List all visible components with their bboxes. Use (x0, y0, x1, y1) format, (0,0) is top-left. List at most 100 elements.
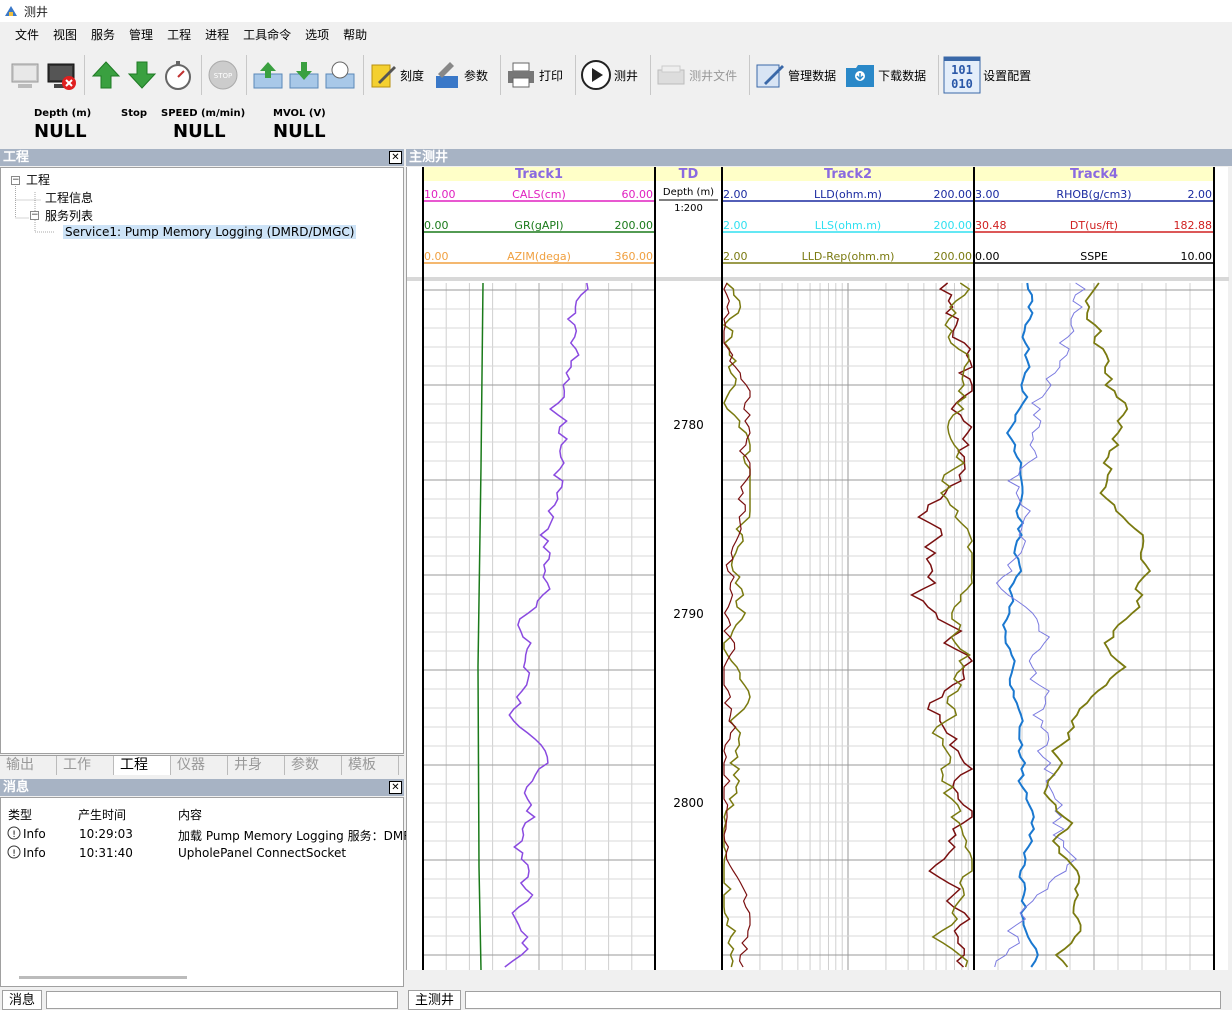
manage-data-button[interactable]: 管理数据 (754, 54, 842, 96)
curve-right-scale: 10.00 (1181, 250, 1213, 263)
close-messages-panel-button[interactable]: ✕ (389, 781, 402, 794)
track-title: TD (679, 167, 699, 182)
menu-manage[interactable]: 管理 (122, 24, 160, 46)
curve-right-scale: 2.00 (1188, 188, 1213, 201)
tab-work[interactable]: 工作 (57, 756, 114, 775)
log-button[interactable]: 测井 (580, 54, 644, 96)
stop-readout: Stop (121, 108, 147, 119)
message-type: Info (23, 846, 46, 860)
messages-status-field (46, 990, 399, 1009)
menu-file[interactable]: 文件 (8, 24, 46, 46)
mainwell-status-field (465, 990, 1222, 1009)
scale-label: 刻度 (400, 68, 425, 83)
track-title: Track1 (515, 167, 563, 182)
curve-right-scale: 200.00 (934, 219, 973, 232)
collapse-icon[interactable]: − (30, 211, 39, 220)
log-label: 测井 (614, 68, 639, 83)
log-curve (1001, 282, 1039, 968)
mvol-readout: MVOL (V) NULL (273, 108, 326, 142)
speed-readout: SPEED (m/min) NULL (161, 108, 245, 142)
timer-tray-icon (325, 61, 355, 89)
download-data-button[interactable]: 下载数据 (844, 54, 932, 96)
print-button[interactable]: 打印 (505, 54, 569, 96)
collapse-icon[interactable]: − (11, 176, 20, 185)
folder-download-icon (846, 65, 875, 87)
col-header-type[interactable]: 类型 (8, 806, 32, 823)
menu-options[interactable]: 选项 (298, 24, 336, 46)
tree-node-service1[interactable]: Service1: Pump Memory Logging (DMRD/DMGC… (63, 225, 357, 239)
move-up-button[interactable] (89, 54, 123, 96)
svg-text:!: ! (12, 830, 16, 840)
depth-tick-label: 2800 (673, 796, 704, 810)
mvol-header: MVOL (V) (273, 108, 326, 119)
tab-template[interactable]: 模板 (342, 756, 399, 775)
curve-left-scale: 10.00 (424, 188, 456, 201)
svg-text:!: ! (12, 849, 16, 859)
curve-left-scale: 30.48 (975, 219, 1007, 232)
curve-left-scale: 2.00 (723, 188, 748, 201)
mainwell-status-bar: 主测井 (408, 989, 1230, 1010)
params-label: 参数 (464, 68, 489, 83)
horizontal-scrollbar[interactable] (19, 976, 187, 979)
logfile-button[interactable]: 测井文件 (655, 54, 743, 96)
project-panel-header: 工程 ✕ (0, 149, 404, 166)
close-project-panel-button[interactable]: ✕ (389, 151, 402, 164)
tab-params[interactable]: 参数 (285, 756, 342, 775)
title-bar: 测井 (0, 0, 1232, 22)
project-panel-title: 工程 (3, 150, 30, 165)
toolbar-separator (500, 55, 502, 95)
toolbar-separator (363, 55, 364, 95)
menu-project[interactable]: 工程 (160, 24, 198, 46)
col-header-time[interactable]: 产生时间 (78, 806, 126, 823)
col-header-content[interactable]: 内容 (178, 806, 202, 823)
menu-view[interactable]: 视图 (46, 24, 84, 46)
log-curve (931, 282, 973, 968)
project-tree: − 工程 工程信息 − 服务列表 Service1: Pump Memory L… (0, 167, 404, 754)
notepad-pencil-icon (371, 64, 396, 88)
computer-icon (11, 63, 39, 88)
app-icon (5, 6, 17, 16)
stopwatch-button[interactable] (161, 54, 195, 96)
menu-service[interactable]: 服务 (84, 24, 122, 46)
disconnect-button[interactable] (44, 54, 78, 96)
mainwell-panel-header: 主测井 (406, 149, 1232, 166)
curve-right-scale: 200.00 (934, 250, 973, 263)
stop-button[interactable]: STOP (206, 54, 240, 96)
window-title: 测井 (24, 4, 49, 19)
curve-name: LLS(ohm.m) (815, 219, 881, 232)
menu-help[interactable]: 帮助 (336, 24, 374, 46)
tree-node-service-list[interactable]: 服务列表 (45, 207, 93, 224)
connect-button[interactable] (8, 54, 42, 96)
curve-name: AZIM(dega) (507, 250, 571, 263)
params-button[interactable]: 参数 (432, 54, 494, 96)
curve-right-scale: 182.88 (1174, 219, 1213, 232)
well-log-plot[interactable]: Track1 10.00 CALS(cm) 60.00 0.00 GR(gAPI) 200.… (407, 167, 1229, 971)
move-down-button[interactable] (125, 54, 159, 96)
menu-tools[interactable]: 工具命令 (236, 24, 298, 46)
mainwell-log-view[interactable]: Track1 10.00 CALS(cm) 60.00 0.00 GR(gAPI) 200.… (406, 167, 1229, 971)
bottom-tab-messages[interactable]: 消息 (2, 989, 43, 1010)
status-readout: Depth (m) NULL Stop SPEED (m/min) NULL M… (0, 104, 420, 148)
manage-data-label: 管理数据 (788, 68, 837, 83)
svg-text:010: 010 (951, 77, 973, 91)
tab-project[interactable]: 工程 (114, 756, 171, 775)
timer-tray-button[interactable] (323, 54, 357, 96)
download-tray-button[interactable] (287, 54, 321, 96)
arrow-up-icon (91, 61, 121, 89)
curve-left-scale: 3.00 (975, 188, 1000, 201)
menu-process[interactable]: 进程 (198, 24, 236, 46)
config-button[interactable]: 101 010 设置配置 (943, 54, 1037, 96)
messages-panel-title: 消息 (3, 780, 30, 795)
stop-icon: STOP (208, 60, 238, 90)
tree-node-project-info[interactable]: 工程信息 (45, 189, 93, 206)
upload-button[interactable] (251, 54, 285, 96)
tab-wellbore[interactable]: 井身 (228, 756, 285, 775)
tab-output[interactable]: 输出 (0, 756, 57, 775)
messages-status-bar: 消息 (2, 989, 404, 1010)
bottom-tab-mainwell[interactable]: 主测井 (408, 989, 462, 1010)
scale-button[interactable]: 刻度 (368, 54, 430, 96)
curve-name: GR(gAPI) (514, 219, 563, 232)
depth-header: Depth (m) (34, 108, 92, 119)
toolbar: STOP 刻度 参数 打印 测井 测井文件 管理数据 下载数据 101 010 … (0, 50, 1232, 100)
tab-instrument[interactable]: 仪器 (171, 756, 228, 775)
